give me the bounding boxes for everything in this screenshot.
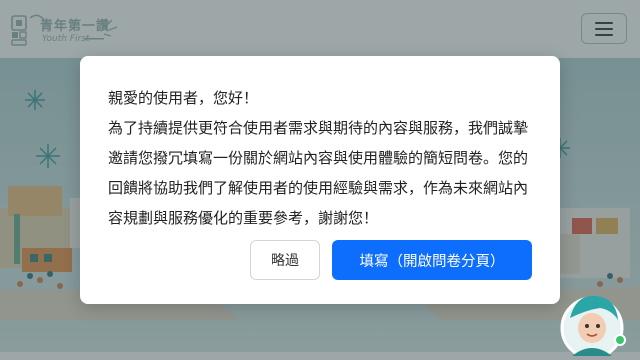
dialog-body: 為了持續提供更符合使用者需求與期待的內容與服務，我們誠摯邀請您撥冗填寫一份關於網…: [108, 119, 529, 227]
open-survey-button[interactable]: 填寫（開啟問卷分頁）: [332, 240, 532, 280]
chatbot-character-icon: [560, 295, 626, 360]
skip-button[interactable]: 略過: [250, 240, 320, 280]
assistant-avatar[interactable]: [554, 288, 630, 360]
dialog-message: 親愛的使用者，您好！ 為了持續提供更符合使用者需求與期待的內容與服務，我們誠摯邀…: [108, 83, 538, 233]
dialog-greeting: 親愛的使用者，您好！: [108, 89, 259, 107]
